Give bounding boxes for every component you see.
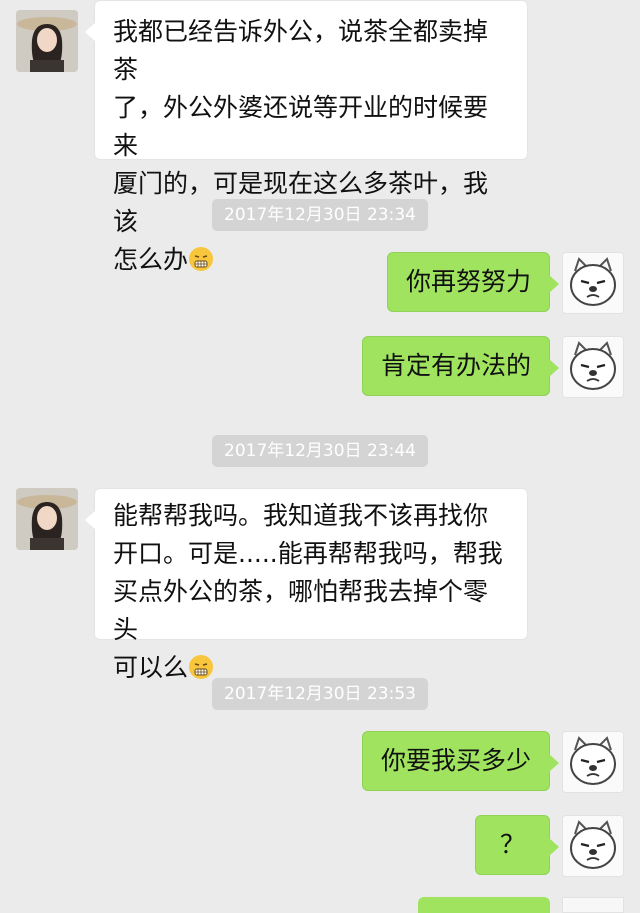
message-text-line: 开口。可是.....能再帮帮我吗，帮我 — [113, 539, 503, 568]
user-avatar[interactable] — [562, 815, 624, 877]
message-row — [0, 897, 640, 913]
message-text: 你再努努力 — [405, 267, 531, 296]
message-text-line: 可以么 — [113, 653, 189, 682]
sent-message-bubble-partial[interactable] — [418, 897, 550, 913]
timestamp: 2017年12月30日 23:34 — [212, 199, 428, 231]
received-message-bubble[interactable]: 能帮帮我吗。我知道我不该再找你 开口。可是.....能再帮帮我吗，帮我 买点外公… — [85, 488, 528, 682]
grimace-emoji-icon — [188, 245, 214, 283]
message-text-line: 怎么办 — [113, 245, 189, 274]
received-message-bubble[interactable]: 我都已经告诉外公，说茶全都卖掉茶 了，外公外婆还说等开业的时候要来 厦门的，可是… — [85, 0, 528, 274]
user-avatar-partial[interactable] — [562, 897, 624, 913]
sent-message-bubble[interactable]: 你要我买多少 — [361, 731, 560, 791]
timestamp: 2017年12月30日 23:44 — [212, 435, 428, 467]
message-text: 肯定有办法的 — [380, 351, 531, 380]
contact-avatar[interactable] — [16, 10, 78, 72]
grimace-emoji-icon — [188, 653, 214, 691]
contact-avatar[interactable] — [16, 488, 78, 550]
message-text: ？ — [499, 830, 525, 859]
message-text-line: 买点外公的茶，哪怕帮我去掉个零头 — [113, 577, 489, 644]
user-avatar[interactable] — [562, 731, 624, 793]
user-avatar[interactable] — [562, 336, 624, 398]
message-text: 你要我买多少 — [380, 746, 531, 775]
sent-message-bubble[interactable]: 你再努努力 — [386, 252, 560, 312]
message-text-line: 了，外公外婆还说等开业的时候要来 — [113, 93, 489, 160]
message-text-line: 我都已经告诉外公，说茶全都卖掉茶 — [113, 17, 489, 84]
message-text-line: 能帮帮我吗。我知道我不该再找你 — [113, 501, 489, 530]
user-avatar[interactable] — [562, 252, 624, 314]
sent-message-bubble[interactable]: 肯定有办法的 — [361, 336, 560, 396]
timestamp: 2017年12月30日 23:53 — [212, 678, 428, 710]
sent-message-bubble[interactable]: ？ — [474, 815, 560, 875]
